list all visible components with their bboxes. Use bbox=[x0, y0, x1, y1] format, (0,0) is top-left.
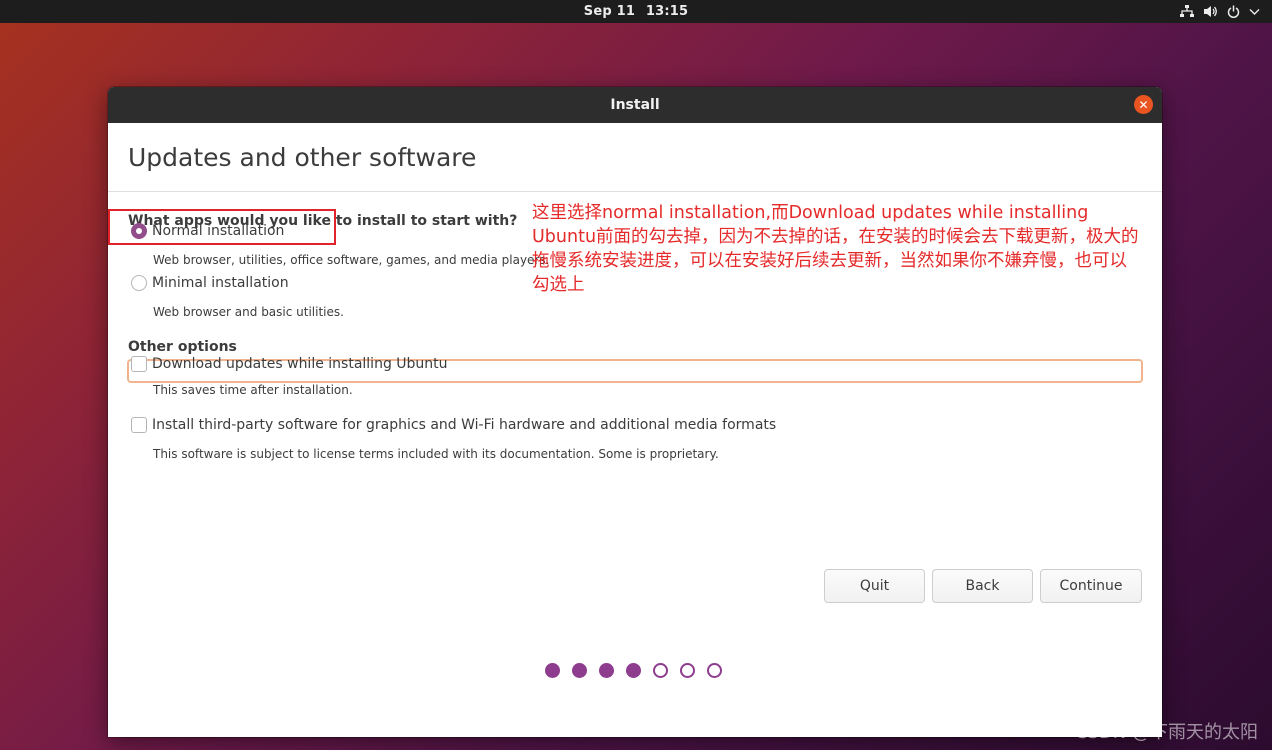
back-button[interactable]: Back bbox=[932, 569, 1033, 603]
continue-button[interactable]: Continue bbox=[1040, 569, 1142, 603]
radio-selected-icon[interactable] bbox=[131, 223, 147, 239]
quit-button[interactable]: Quit bbox=[824, 569, 925, 603]
title-bar[interactable]: Install ✕ bbox=[108, 87, 1162, 123]
normal-installation-label[interactable]: Normal installation bbox=[152, 223, 284, 239]
download-updates-desc: This saves time after installation. bbox=[153, 383, 353, 397]
progress-dot bbox=[626, 663, 641, 678]
close-button[interactable]: ✕ bbox=[1134, 95, 1153, 114]
download-updates-checkbox[interactable]: Download updates while installing Ubuntu bbox=[131, 356, 448, 372]
progress-dot bbox=[680, 663, 695, 678]
progress-dot bbox=[707, 663, 722, 678]
date-label: Sep 11 bbox=[583, 4, 636, 19]
minimal-installation-label[interactable]: Minimal installation bbox=[152, 275, 289, 291]
window-title: Install bbox=[610, 97, 660, 113]
other-options-heading: Other options bbox=[128, 339, 237, 355]
minimal-installation-radio[interactable]: Minimal installation bbox=[131, 275, 289, 291]
time-label: 13:15 bbox=[645, 4, 689, 19]
radio-unselected-icon[interactable] bbox=[131, 275, 147, 291]
progress-dots bbox=[545, 663, 722, 678]
top-bar: Sep 11 13:15 bbox=[0, 0, 1272, 23]
third-party-checkbox[interactable]: Install third-party software for graphic… bbox=[131, 417, 776, 433]
progress-dot bbox=[572, 663, 587, 678]
progress-dot bbox=[599, 663, 614, 678]
third-party-label[interactable]: Install third-party software for graphic… bbox=[152, 417, 776, 433]
progress-dot bbox=[545, 663, 560, 678]
annotation-text: 这里选择normal installation,而Download update… bbox=[532, 203, 1139, 295]
page-header: Updates and other software bbox=[108, 123, 1162, 192]
minimal-installation-desc: Web browser and basic utilities. bbox=[153, 305, 344, 319]
clock[interactable]: Sep 11 13:15 bbox=[581, 4, 691, 19]
checkbox-icon[interactable] bbox=[131, 356, 147, 372]
chevron-down-icon[interactable] bbox=[1249, 8, 1260, 16]
page-title: Updates and other software bbox=[128, 142, 477, 172]
third-party-desc: This software is subject to license term… bbox=[153, 447, 719, 461]
network-icon[interactable] bbox=[1180, 5, 1194, 18]
download-updates-label[interactable]: Download updates while installing Ubuntu bbox=[152, 356, 448, 372]
progress-dot bbox=[653, 663, 668, 678]
normal-installation-desc: Web browser, utilities, office software,… bbox=[153, 253, 550, 267]
page-content: What apps would you like to install to s… bbox=[108, 192, 1162, 737]
volume-icon[interactable] bbox=[1203, 5, 1218, 18]
checkbox-icon[interactable] bbox=[131, 417, 147, 433]
installer-window: Install ✕ Updates and other software Wha… bbox=[108, 87, 1162, 737]
power-icon[interactable] bbox=[1227, 5, 1240, 18]
normal-installation-radio[interactable]: Normal installation bbox=[131, 223, 284, 239]
system-tray[interactable] bbox=[1180, 0, 1260, 23]
watermark: CSDN @下雨天的太阳 bbox=[1074, 722, 1258, 743]
close-icon: ✕ bbox=[1138, 97, 1149, 112]
